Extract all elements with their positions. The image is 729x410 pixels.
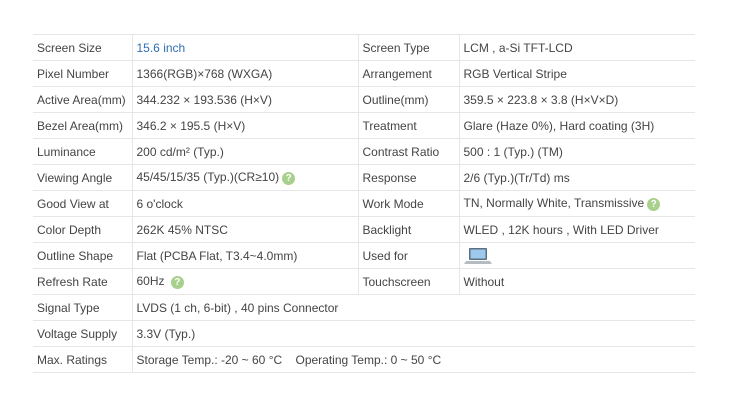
spec-value-viewing-angle-cell: 45/45/15/35 (Typ.)(CR≥10)? [131,164,358,191]
table-row: Max. Ratings Storage Temp.: -20 ~ 60 °C … [33,346,695,373]
spec-value-refresh-rate: 60Hz [136,274,165,289]
table-row: Active Area(mm) 344.232 × 193.536 (H×V) … [33,86,695,113]
spec-value-color-depth: 262K 45% NTSC [131,216,358,243]
spec-value-outline: 359.5 × 223.8 × 3.8 (H×V×D) [458,86,695,113]
spec-value-luminance: 200 cd/m² (Typ.) [131,138,358,165]
table-row: Good View at 6 o'clock Work Mode TN, Nor… [33,190,695,217]
spec-value-backlight: WLED , 12K hours , With LED Driver [458,216,695,243]
table-row: Viewing Angle 45/45/15/35 (Typ.)(CR≥10)?… [33,164,695,191]
table-row: Signal Type LVDS (1 ch, 6-bit) , 40 pins… [33,294,695,321]
spec-label-touchscreen: Touchscreen [357,268,459,295]
spec-label-refresh-rate: Refresh Rate [33,268,132,295]
spec-value-signal-type: LVDS (1 ch, 6-bit) , 40 pins Connector [131,294,695,321]
table-row: Bezel Area(mm) 346.2 × 195.5 (H×V) Treat… [33,112,695,139]
spec-label-outline-shape: Outline Shape [33,242,132,269]
question-mark-icon[interactable]: ? [647,197,661,211]
spec-value-work-mode: TN, Normally White, Transmissive [463,196,645,211]
spec-label-screen-type: Screen Type [357,34,459,61]
spec-label-active-area: Active Area(mm) [33,86,132,113]
spec-label-pixel-number: Pixel Number [33,60,132,87]
spec-value-voltage-supply: 3.3V (Typ.) [131,320,695,347]
question-mark-icon[interactable]: ? [170,275,184,289]
question-mark-icon[interactable]: ? [282,171,296,185]
spec-label-response: Response [357,164,459,191]
table-row: Luminance 200 cd/m² (Typ.) Contrast Rati… [33,138,695,165]
spec-value-refresh-rate-cell: 60Hz ? [131,268,358,295]
spec-value-pixel-number: 1366(RGB)×768 (WXGA) [131,60,358,87]
table-row: Refresh Rate 60Hz ? Touchscreen Without [33,268,695,295]
spec-label-used-for: Used for [357,242,459,269]
spec-value-screen-size[interactable]: 15.6 inch [131,34,358,61]
spec-label-treatment: Treatment [357,112,459,139]
spec-value-active-area: 344.232 × 193.536 (H×V) [131,86,358,113]
table-row: Outline Shape Flat (PCBA Flat, T3.4~4.0m… [33,242,695,269]
table-row: Screen Size 15.6 inch Screen Type LCM , … [33,34,695,61]
spec-value-touchscreen: Without [458,268,695,295]
spec-value-contrast-ratio: 500 : 1 (Typ.) (TM) [458,138,695,165]
spec-label-good-view: Good View at [33,190,132,217]
spec-value-arrangement: RGB Vertical Stripe [458,60,695,87]
table-row: Voltage Supply 3.3V (Typ.) [33,320,695,347]
table-row: Color Depth 262K 45% NTSC Backlight WLED… [33,216,695,243]
table-row: Pixel Number 1366(RGB)×768 (WXGA) Arrang… [33,60,695,87]
spec-value-work-mode-cell: TN, Normally White, Transmissive? [458,190,695,217]
spec-label-viewing-angle: Viewing Angle [33,164,132,191]
spec-label-max-ratings: Max. Ratings [33,346,132,373]
spec-label-work-mode: Work Mode [357,190,459,217]
spec-value-response: 2/6 (Typ.)(Tr/Td) ms [458,164,695,191]
spec-label-bezel-area: Bezel Area(mm) [33,112,132,139]
spec-label-backlight: Backlight [357,216,459,243]
spec-value-max-ratings: Storage Temp.: -20 ~ 60 °C Operating Tem… [131,346,695,373]
spec-table-container: Screen Size 15.6 inch Screen Type LCM , … [33,34,695,373]
spec-table: Screen Size 15.6 inch Screen Type LCM , … [33,34,695,373]
spec-value-outline-shape: Flat (PCBA Flat, T3.4~4.0mm) [131,242,358,269]
spec-label-color-depth: Color Depth [33,216,132,243]
spec-value-used-for [458,242,695,269]
spec-value-treatment: Glare (Haze 0%), Hard coating (3H) [458,112,695,139]
spec-label-contrast-ratio: Contrast Ratio [357,138,459,165]
spec-value-screen-type: LCM , a-Si TFT-LCD [458,34,695,61]
spec-label-voltage-supply: Voltage Supply [33,320,132,347]
spec-value-good-view: 6 o'clock [131,190,358,217]
laptop-icon [463,247,492,264]
spec-value-viewing-angle: 45/45/15/35 (Typ.)(CR≥10) [136,170,280,185]
spec-value-bezel-area: 346.2 × 195.5 (H×V) [131,112,358,139]
spec-label-luminance: Luminance [33,138,132,165]
spec-label-signal-type: Signal Type [33,294,132,321]
spec-label-outline: Outline(mm) [357,86,459,113]
spec-label-screen-size: Screen Size [33,34,132,61]
spec-label-arrangement: Arrangement [357,60,459,87]
